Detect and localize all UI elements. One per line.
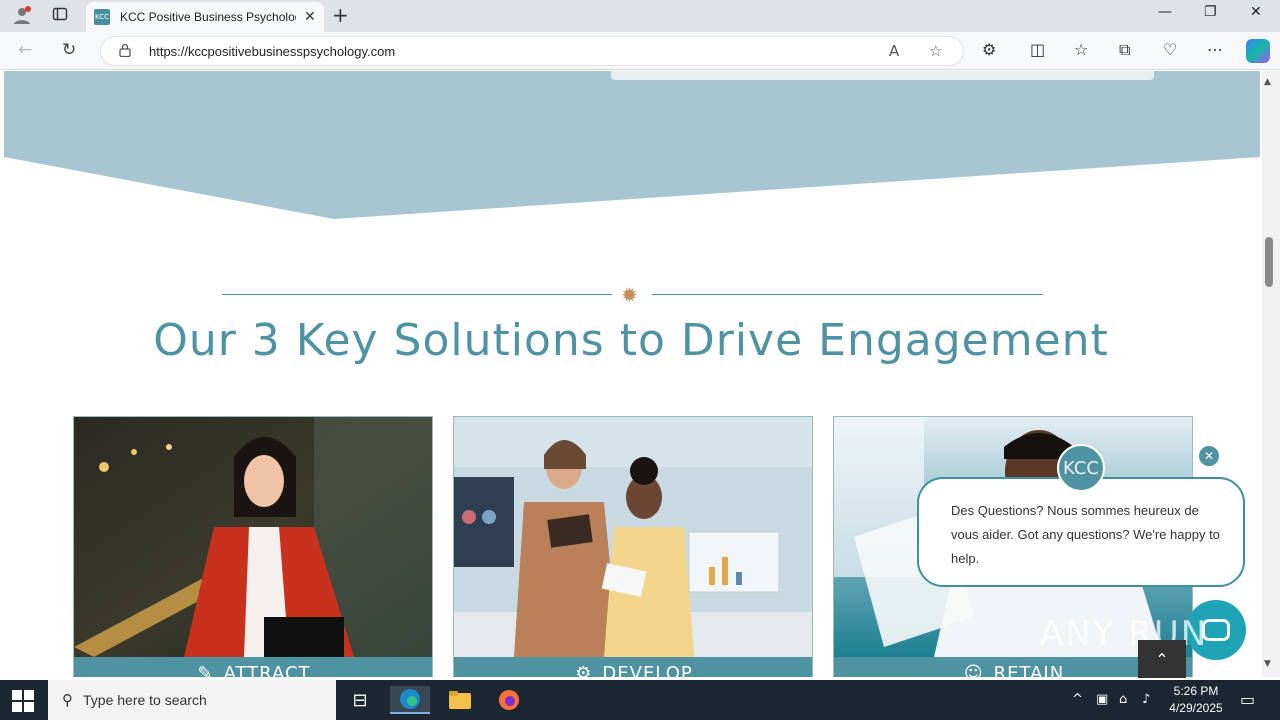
search-placeholder: Type here to search: [83, 692, 207, 708]
attract-label-bar: ✎ ATTRACT: [74, 657, 432, 677]
section-heading: Our 3 Key Solutions to Drive Engagement: [153, 315, 1109, 366]
refresh-icon[interactable]: ↻: [62, 40, 76, 60]
minimize-icon[interactable]: —: [1158, 4, 1172, 20]
taskbar-clock[interactable]: 5:26 PM 4/29/2025: [1166, 683, 1226, 717]
header-band-shape: [4, 71, 1260, 219]
card-label: ATTRACT: [223, 663, 311, 677]
magnet-icon: ✎: [197, 663, 214, 677]
scroll-to-top-button[interactable]: ⌃: [1138, 640, 1186, 678]
windows-start-icon[interactable]: [12, 690, 34, 712]
develop-photo: [454, 417, 812, 657]
scroll-up-icon[interactable]: ▲: [1264, 77, 1271, 87]
scrollbar-thumb[interactable]: [1265, 237, 1273, 287]
url-text: https://kccpositivebusinesspsychology.co…: [149, 44, 396, 59]
network-icon[interactable]: ⌂: [1119, 692, 1127, 707]
task-view-icon[interactable]: ⊟: [340, 686, 380, 714]
more-menu-icon[interactable]: ⋯: [1207, 40, 1223, 59]
tab-active[interactable]: KCC KCC Positive Business Psychology ✕: [86, 2, 324, 32]
card-label: RETAIN: [993, 663, 1065, 677]
chat-close-icon[interactable]: ✕: [1197, 444, 1221, 468]
card-label: DEVELOP: [602, 663, 693, 677]
extensions-icon[interactable]: ⚙: [982, 40, 996, 59]
copilot-icon[interactable]: [1246, 39, 1270, 63]
develop-label-bar: ⚙ DEVELOP: [454, 657, 812, 677]
favorite-star-icon[interactable]: ☆: [929, 42, 942, 60]
close-tab-icon[interactable]: ✕: [304, 9, 316, 25]
read-aloud-icon[interactable]: A: [889, 42, 899, 60]
volume-icon[interactable]: ♪: [1142, 692, 1150, 707]
address-input[interactable]: https://kccpositivebusinesspsychology.co…: [100, 36, 964, 66]
back-icon[interactable]: ←: [18, 40, 32, 60]
solution-card-develop[interactable]: ⚙ DEVELOP: [453, 416, 813, 677]
tab-actions-icon[interactable]: [52, 6, 68, 26]
scroll-down-icon[interactable]: ▼: [1264, 659, 1271, 669]
address-bar-row: ← ↻ https://kccpositivebusinesspsycholog…: [0, 32, 1280, 70]
close-window-icon[interactable]: ✕: [1250, 4, 1262, 20]
chat-greeting-bubble[interactable]: Des Questions? Nous sommes heureux de vo…: [917, 477, 1245, 587]
clock-date: 4/29/2025: [1169, 701, 1223, 715]
smile-icon: ☺: [963, 663, 984, 677]
favorites-icon[interactable]: ☆: [1074, 40, 1088, 59]
tray-chevron-icon[interactable]: ^: [1072, 692, 1083, 707]
page-scrollbar[interactable]: ▲ ▼: [1262, 71, 1280, 677]
chat-message: Des Questions? Nous sommes heureux de vo…: [951, 503, 1220, 566]
lock-icon[interactable]: [119, 43, 131, 61]
edge-taskbar-icon[interactable]: [390, 686, 430, 714]
sun-ornament-icon: ✹: [621, 283, 638, 307]
divider-right: [652, 294, 1043, 295]
tab-title: KCC Positive Business Psychology: [120, 10, 296, 24]
taskbar-search-box[interactable]: ⚲ Type here to search: [48, 680, 336, 720]
clock-time: 5:26 PM: [1173, 684, 1219, 698]
attract-photo: [74, 417, 432, 657]
windows-taskbar: ⚲ Type here to search ⊟ ^ ▣ ⌂ ♪ 5:26 PM …: [0, 680, 1280, 720]
divider-left: [222, 294, 612, 295]
firefox-icon[interactable]: [489, 686, 529, 714]
chat-avatar: KCC: [1057, 444, 1105, 492]
site-favicon: KCC: [94, 9, 110, 25]
content-card-edge: [611, 71, 1154, 80]
file-explorer-icon[interactable]: [440, 686, 480, 714]
restore-icon[interactable]: ❐: [1204, 4, 1217, 20]
search-icon: ⚲: [62, 691, 73, 709]
new-tab-button[interactable]: +: [332, 3, 349, 27]
collections-icon[interactable]: ⧉: [1119, 40, 1130, 60]
gears-icon: ⚙: [575, 663, 593, 677]
notifications-icon[interactable]: ▭: [1240, 690, 1255, 709]
split-screen-icon[interactable]: ◫: [1030, 40, 1045, 59]
tray-device-icon[interactable]: ▣: [1096, 692, 1108, 707]
solution-card-attract[interactable]: ✎ ATTRACT: [73, 416, 433, 677]
browser-essentials-icon[interactable]: ♡: [1163, 40, 1177, 59]
profile-icon[interactable]: [12, 5, 32, 29]
tab-bar: KCC KCC Positive Business Psychology ✕ +…: [0, 0, 1280, 32]
